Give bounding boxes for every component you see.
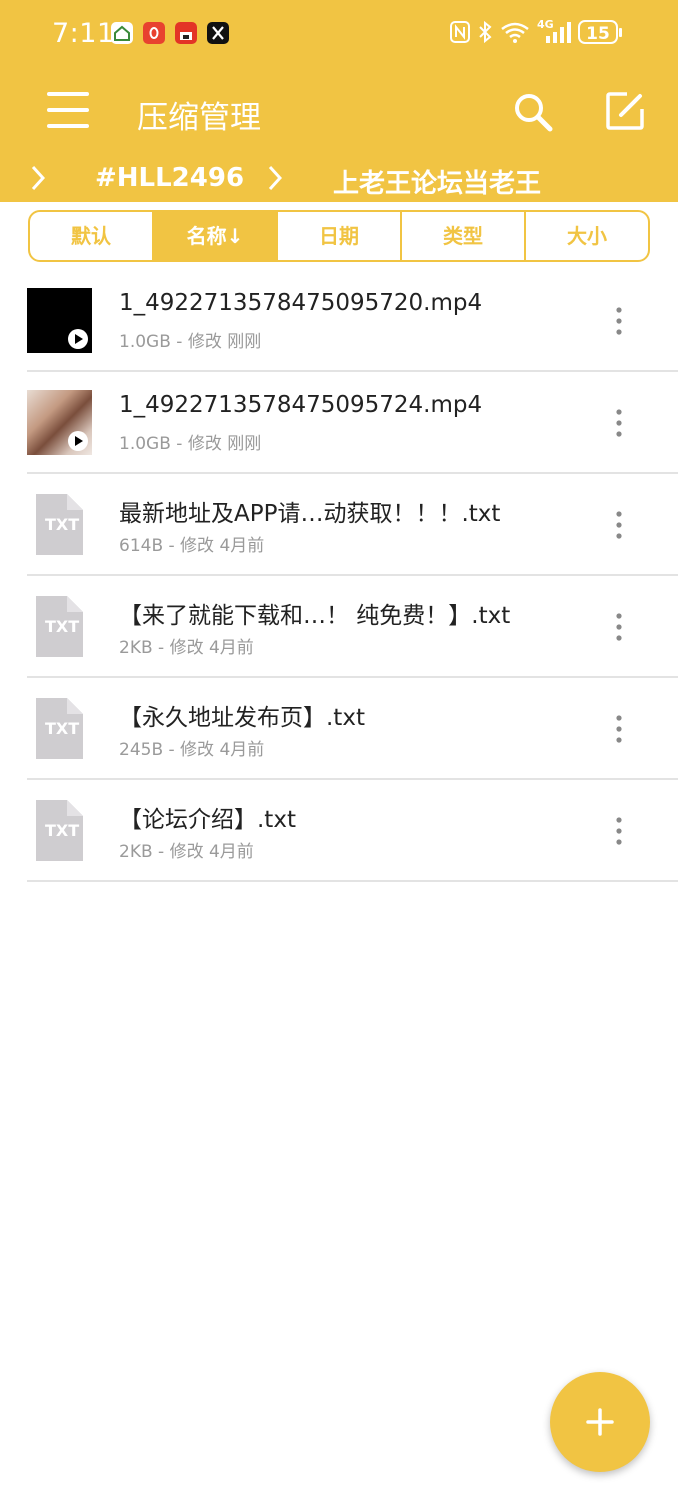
home-app-notification-icon xyxy=(111,22,133,44)
file-meta: 2KB - 修改 4月前 xyxy=(119,842,254,862)
chevron-right-icon xyxy=(31,165,45,191)
file-meta: 2KB - 修改 4月前 xyxy=(119,638,254,658)
txt-icon-label: TXT xyxy=(45,515,80,534)
more-options-icon[interactable] xyxy=(609,510,629,540)
file-meta: 245B - 修改 4月前 xyxy=(119,740,265,760)
nfc-icon xyxy=(450,21,470,43)
file-meta: 1.0GB - 修改 刚刚 xyxy=(119,332,262,352)
red-app-notification-icon xyxy=(143,22,165,44)
play-icon xyxy=(68,329,88,349)
txt-icon-label: TXT xyxy=(45,821,80,840)
hamburger-icon[interactable] xyxy=(47,90,89,130)
more-options-icon[interactable] xyxy=(609,408,629,438)
file-row[interactable]: TXT 【来了就能下载和…！ 纯免费！】.txt 2KB - 修改 4月前 xyxy=(27,576,678,678)
status-bar: 7:11 4G 15 xyxy=(0,0,678,70)
video-thumbnail xyxy=(27,288,92,353)
txt-file-icon: TXT xyxy=(27,798,92,863)
file-meta: 614B - 修改 4月前 xyxy=(119,536,265,556)
wifi-icon xyxy=(501,22,529,43)
more-options-icon[interactable] xyxy=(609,816,629,846)
txt-icon-label: TXT xyxy=(45,719,80,738)
file-row[interactable]: TXT 最新地址及APP请…动获取！！！.txt 614B - 修改 4月前 xyxy=(27,474,678,576)
file-row[interactable]: TXT 【永久地址发布页】.txt 245B - 修改 4月前 xyxy=(27,678,678,780)
file-name: 【论坛介绍】.txt xyxy=(119,807,296,833)
file-name: 【永久地址发布页】.txt xyxy=(119,705,365,731)
chevron-right-icon xyxy=(268,165,282,191)
file-meta: 1.0GB - 修改 刚刚 xyxy=(119,434,262,454)
app-bar: 7:11 4G 15 压缩管理 #HLL2496 上老王论坛当老王 xyxy=(0,0,678,202)
file-row[interactable]: 1_4922713578475095724.mp4 1.0GB - 修改 刚刚 xyxy=(27,372,678,474)
play-icon xyxy=(68,431,88,451)
tab-size[interactable]: 大小 xyxy=(524,212,648,260)
breadcrumb-item[interactable]: #HLL2496 xyxy=(95,163,244,193)
bluetooth-icon xyxy=(479,20,492,44)
txt-file-icon: TXT xyxy=(27,696,92,761)
search-icon[interactable] xyxy=(512,91,554,133)
txt-icon-label: TXT xyxy=(45,617,80,636)
tab-default[interactable]: 默认 xyxy=(30,212,152,260)
more-options-icon[interactable] xyxy=(609,612,629,642)
file-name: 最新地址及APP请…动获取！！！.txt xyxy=(119,501,501,527)
tab-type[interactable]: 类型 xyxy=(400,212,524,260)
more-options-icon[interactable] xyxy=(609,306,629,336)
file-row[interactable]: TXT 【论坛介绍】.txt 2KB - 修改 4月前 xyxy=(27,780,678,882)
add-button[interactable] xyxy=(550,1372,650,1472)
tab-date[interactable]: 日期 xyxy=(276,212,400,260)
sort-tabs: 默认 名称↓ 日期 类型 大小 xyxy=(28,210,650,262)
file-name: 1_4922713578475095724.mp4 xyxy=(119,392,483,418)
txt-file-icon: TXT xyxy=(27,492,92,557)
file-name: 1_4922713578475095720.mp4 xyxy=(119,290,483,316)
file-row[interactable]: 1_4922713578475095720.mp4 1.0GB - 修改 刚刚 xyxy=(27,270,678,372)
video-thumbnail xyxy=(27,390,92,455)
status-time: 7:11 xyxy=(52,18,115,49)
signal-icon xyxy=(546,22,571,43)
breadcrumb-item[interactable]: 上老王论坛当老王 xyxy=(333,163,541,200)
battery-indicator: 15 xyxy=(578,20,622,44)
page-title: 压缩管理 xyxy=(137,100,261,136)
tab-name[interactable]: 名称↓ xyxy=(152,212,276,260)
add-icon xyxy=(586,1408,614,1436)
more-options-icon[interactable] xyxy=(609,714,629,744)
edit-icon[interactable] xyxy=(605,91,645,131)
file-name: 【来了就能下载和…！ 纯免费！】.txt xyxy=(119,603,511,629)
x-app-notification-icon xyxy=(207,22,229,44)
txt-file-icon: TXT xyxy=(27,594,92,659)
shopping-app-notification-icon xyxy=(175,22,197,44)
